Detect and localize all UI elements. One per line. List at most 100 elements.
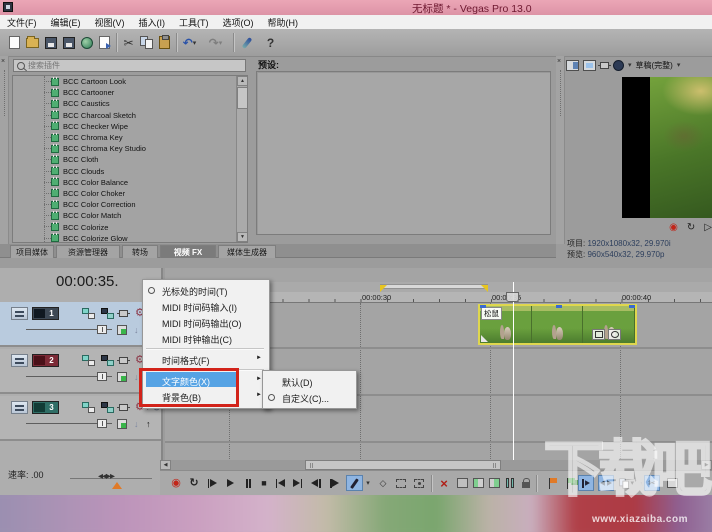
cursor-head[interactable] xyxy=(506,292,519,302)
close-icon[interactable]: × xyxy=(557,58,561,65)
track-minimize-button[interactable] xyxy=(11,307,28,320)
scrollbar-thumb[interactable] xyxy=(237,87,248,109)
menu-item-midi-timecode-in[interactable]: MIDI 时间码输入(I) xyxy=(143,298,267,314)
search-input[interactable] xyxy=(28,61,245,70)
make-compositing-child-icon[interactable]: ↓ xyxy=(134,420,139,429)
plugin-list-item[interactable]: BCC Colorize Glow xyxy=(13,233,247,243)
external-monitor-icon[interactable] xyxy=(583,60,596,71)
selection-tool-button[interactable] xyxy=(393,475,409,491)
scrollbar-thumb[interactable] xyxy=(305,460,501,470)
menu-item-midi-clock-out[interactable]: MIDI 时钟输出(C) xyxy=(143,330,267,346)
go-to-start-button[interactable] xyxy=(272,475,288,491)
submenu-item-custom[interactable]: 自定义(C)... xyxy=(263,389,354,405)
track-fx-icon[interactable] xyxy=(117,419,127,429)
parent-compositing-icon[interactable] xyxy=(101,355,114,366)
delete-button[interactable]: × xyxy=(436,475,452,491)
whats-this-help-icon[interactable]: ? xyxy=(262,34,279,51)
preview-panel-grip[interactable]: × xyxy=(556,56,565,244)
lock-event-button[interactable] xyxy=(518,475,534,491)
menu-item-time-at-cursor[interactable]: 光标处的时间(T) xyxy=(143,282,267,298)
split-screen-icon[interactable] xyxy=(600,62,609,69)
trim-start-button[interactable] xyxy=(470,475,486,491)
trim-event-button[interactable] xyxy=(454,475,470,491)
stop-button[interactable]: ■ xyxy=(256,475,272,491)
plugin-list-item[interactable]: BCC Colorize xyxy=(13,221,247,232)
play-button[interactable] xyxy=(222,475,238,491)
loop-playback-button[interactable]: ↻ xyxy=(186,475,202,491)
trim-end-button[interactable] xyxy=(486,475,502,491)
track-fx-icon[interactable] xyxy=(117,325,127,335)
track-number-badge[interactable]: 2 xyxy=(32,354,59,367)
scroll-down-icon[interactable]: ▼ xyxy=(237,232,248,242)
menu-view[interactable]: 视图(V) xyxy=(88,16,132,29)
track-minimize-button[interactable] xyxy=(11,354,28,367)
plugin-list-item[interactable]: BCC Color Balance xyxy=(13,177,247,188)
play-from-start-button[interactable] xyxy=(204,475,220,491)
split-button[interactable] xyxy=(502,475,518,491)
rate-scrub-icon[interactable]: ◀◀▶▶ xyxy=(98,472,114,480)
compositing-mode-icon[interactable] xyxy=(82,402,95,413)
track-motion-icon[interactable] xyxy=(119,357,128,364)
plugin-list-item[interactable]: BCC Cloth xyxy=(13,154,247,165)
edit-tool-dropdown[interactable]: ▾ xyxy=(363,475,373,491)
record-button[interactable]: ◉ xyxy=(168,475,184,491)
scroll-left-icon[interactable]: ◀ xyxy=(160,460,171,470)
time-display[interactable]: 00:00:35. xyxy=(56,273,146,290)
render-as-icon[interactable] xyxy=(78,34,95,51)
tab-transitions[interactable]: 转场 xyxy=(122,245,158,258)
menu-item-time-format[interactable]: 时间格式(F) ► xyxy=(143,351,267,367)
zoom-tool-button[interactable] xyxy=(411,475,427,491)
tab-video-fx[interactable]: 视频 FX xyxy=(160,245,216,258)
track-header-3[interactable]: 3 ⚙ ▾ ⊘ ↓ ↑ xyxy=(0,396,161,441)
plugin-list-item[interactable]: BCC Chroma Key Studio xyxy=(13,143,247,154)
plugin-list-item[interactable]: BCC Cartoon Look xyxy=(13,76,247,87)
video-output-fx-icon[interactable] xyxy=(613,60,624,71)
track-number-badge[interactable]: 3 xyxy=(32,401,59,414)
compositing-mode-icon[interactable] xyxy=(82,355,95,366)
menu-options[interactable]: 选项(O) xyxy=(216,16,261,29)
tab-media-generators[interactable]: 媒体生成器 xyxy=(218,245,276,258)
loop-playback-icon[interactable]: ↻ xyxy=(687,223,695,233)
loop-start-marker[interactable] xyxy=(380,285,387,292)
playback-cursor[interactable] xyxy=(513,282,514,460)
interactive-tutorials-icon[interactable] xyxy=(238,34,255,51)
normal-edit-tool-button[interactable] xyxy=(346,475,363,491)
next-frame-button[interactable] xyxy=(326,475,342,491)
track-minimize-button[interactable] xyxy=(11,401,28,414)
plugin-list-item[interactable]: BCC Clouds xyxy=(13,166,247,177)
track-motion-icon[interactable] xyxy=(119,404,128,411)
plugin-list-item[interactable]: BCC Caustics xyxy=(13,98,247,109)
project-video-properties-icon[interactable] xyxy=(566,60,579,71)
menu-insert[interactable]: 插入(I) xyxy=(132,16,173,29)
compositing-mode-icon[interactable] xyxy=(82,308,95,319)
menu-edit[interactable]: 编辑(E) xyxy=(44,16,88,29)
cut-icon[interactable]: ✂ xyxy=(120,34,137,51)
track-number-badge[interactable]: 1 xyxy=(32,307,59,320)
loop-region-bar[interactable] xyxy=(380,284,488,289)
slider-handle[interactable] xyxy=(97,325,107,334)
event-fx-icon[interactable] xyxy=(592,329,605,340)
preview-quality-select[interactable]: 草稿(完整) xyxy=(636,60,673,71)
close-icon[interactable]: × xyxy=(1,58,5,65)
open-icon[interactable] xyxy=(24,34,41,51)
paste-icon[interactable] xyxy=(156,34,173,51)
plugin-list-item[interactable]: BCC Charcoal Sketch xyxy=(13,110,247,121)
make-compositing-parent-icon[interactable]: ↑ xyxy=(146,420,151,429)
event-pan-crop-icon[interactable] xyxy=(608,329,621,340)
submenu-item-default[interactable]: 默认(D) xyxy=(263,373,354,389)
redo-icon[interactable]: ↷▾ xyxy=(207,34,224,51)
make-compositing-child-icon[interactable]: ↓ xyxy=(134,326,139,335)
tab-explorer[interactable]: 资源管理器 xyxy=(56,245,120,258)
previous-frame-button[interactable] xyxy=(308,475,324,491)
plugin-list-item[interactable]: BCC Checker Wipe xyxy=(13,121,247,132)
parent-compositing-icon[interactable] xyxy=(101,308,114,319)
plugin-panel-grip[interactable]: × xyxy=(0,56,9,244)
scroll-up-icon[interactable]: ▲ xyxy=(237,76,248,86)
envelope-tool-button[interactable]: ◇ xyxy=(375,475,391,491)
copy-icon[interactable] xyxy=(138,34,155,51)
loop-end-marker[interactable] xyxy=(481,285,488,292)
plugin-list-item[interactable]: BCC Chroma Key xyxy=(13,132,247,143)
save-as-icon[interactable] xyxy=(60,34,77,51)
track-header-2[interactable]: 2 ⚙ ▾ ⊘ ↓ xyxy=(0,349,161,394)
tab-project-media[interactable]: 项目媒体 xyxy=(10,245,54,258)
